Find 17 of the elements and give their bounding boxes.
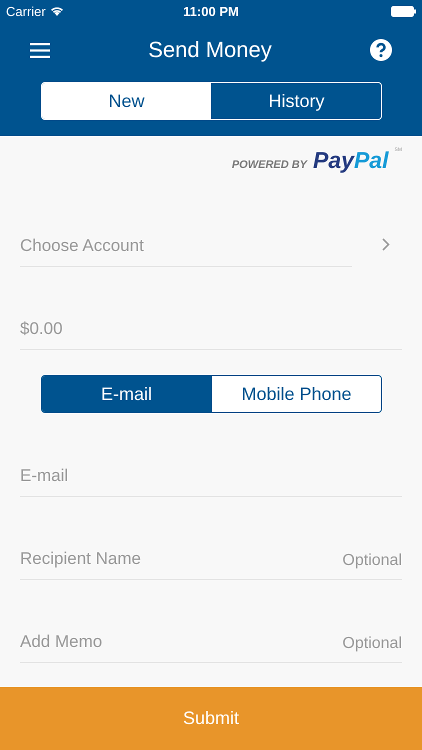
- chevron-icon: [382, 238, 390, 251]
- segment-tab[interactable]: New: [42, 83, 211, 119]
- help-icon[interactable]: [370, 39, 392, 61]
- carrier-label: Carrier: [6, 4, 46, 18]
- segment-tab[interactable]: E-mail: [42, 376, 211, 412]
- optional-hint: Optional: [342, 635, 402, 653]
- account-field[interactable]: Choose Account: [20, 234, 352, 267]
- screen-title: Send Money: [148, 37, 272, 63]
- optional-hint: Optional: [342, 552, 402, 570]
- amount-field[interactable]: $0.00: [20, 317, 402, 350]
- segment-tab[interactable]: Mobile Phone: [211, 376, 381, 412]
- clock-time: 11:00 PM: [183, 4, 239, 18]
- battery-icon: [391, 6, 416, 16]
- wifi-icon: [50, 6, 64, 16]
- paypal-logo: POWERED BY PayPal $^{SM}$: [232, 146, 402, 174]
- menu-icon[interactable]: [30, 42, 50, 58]
- text-field[interactable]: E-mail: [20, 464, 402, 497]
